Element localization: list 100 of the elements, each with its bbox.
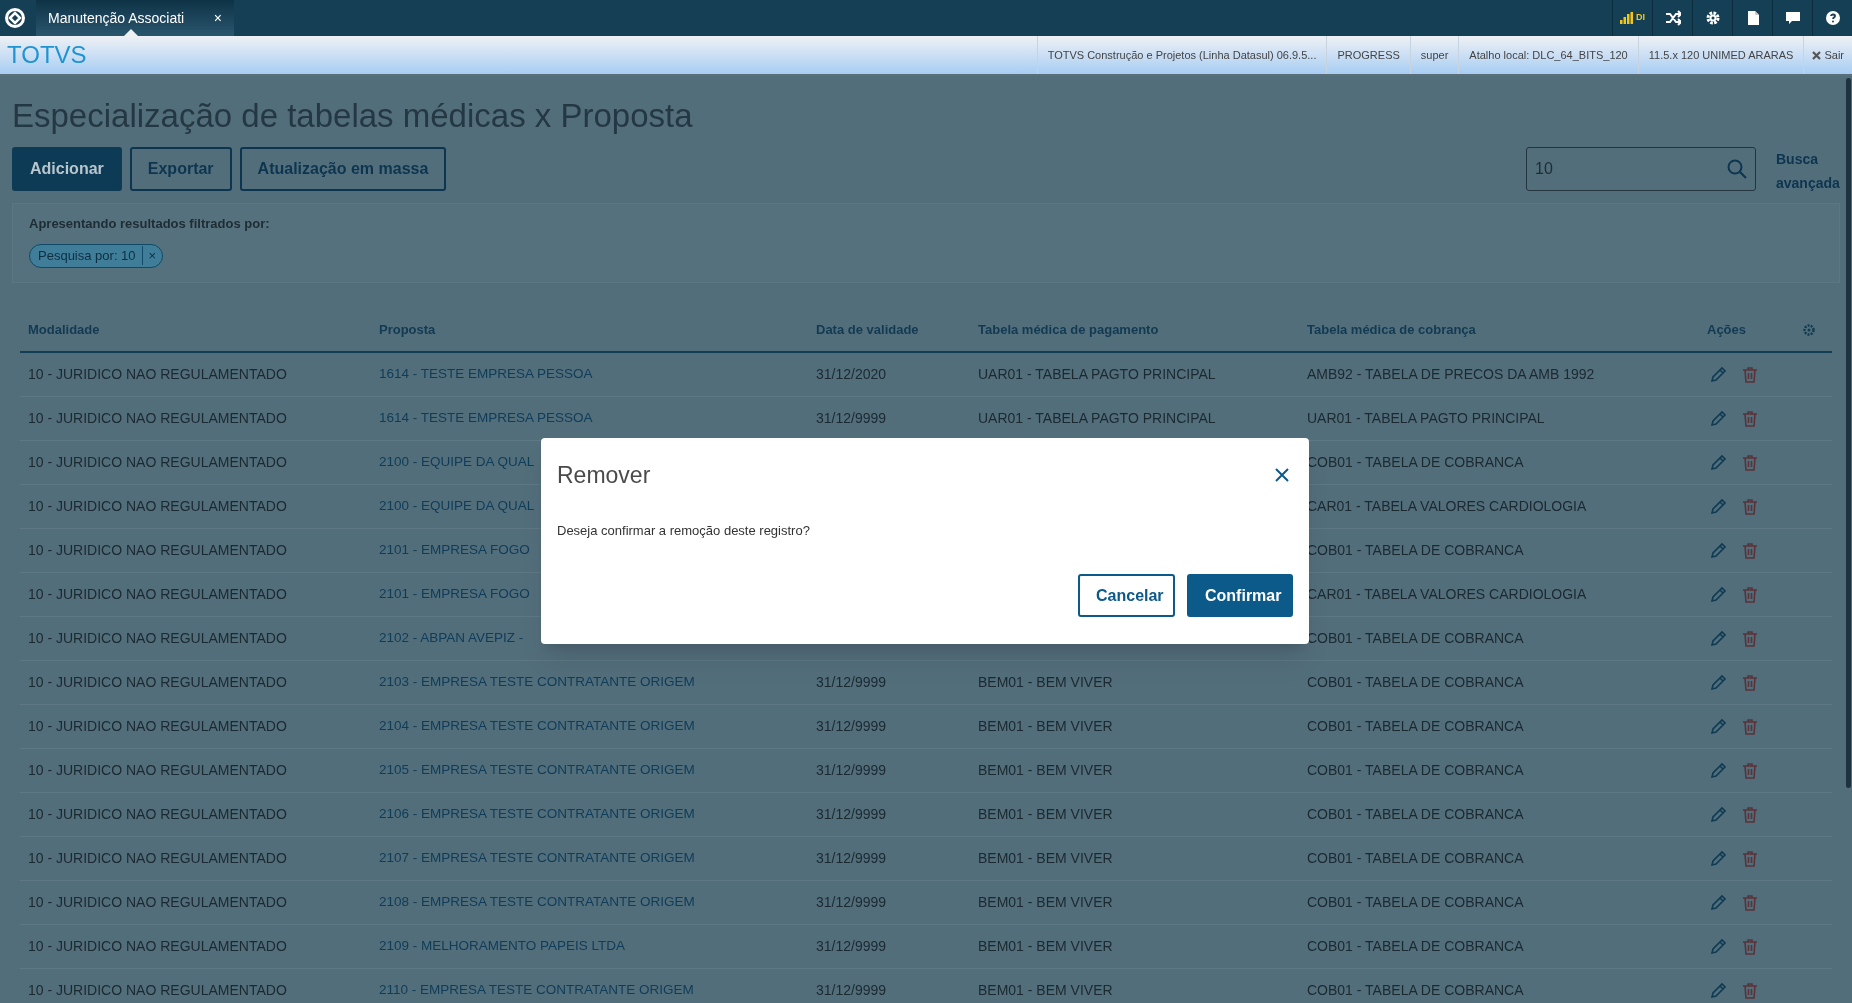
delete-icon[interactable] <box>1741 805 1759 824</box>
edit-icon[interactable] <box>1709 805 1727 824</box>
edit-icon[interactable] <box>1709 585 1727 604</box>
table-cell-text: 31/12/9999 <box>816 805 887 824</box>
edit-icon[interactable] <box>1709 541 1727 560</box>
delete-icon[interactable] <box>1741 673 1759 692</box>
table-cell-text: UAR01 - TABELA PAGTO PRINCIPAL <box>978 409 1216 428</box>
help-icon[interactable] <box>1824 10 1841 26</box>
delete-icon[interactable] <box>1741 453 1759 472</box>
proposal-link[interactable]: 2100 - EQUIPE DA QUAL <box>379 496 535 517</box>
proposal-link[interactable]: 2110 - EMPRESA TESTE CONTRATANTE ORIGEM <box>379 980 694 1001</box>
advanced-search-link[interactable]: Busca avançada <box>1776 147 1840 195</box>
edit-icon[interactable] <box>1709 497 1727 516</box>
search-icon <box>1727 159 1747 179</box>
brand-logo: TOTVS <box>6 40 88 70</box>
edit-icon[interactable] <box>1709 893 1727 912</box>
shuffle-icon[interactable] <box>1664 10 1681 26</box>
proposal-link[interactable]: 2107 - EMPRESA TESTE CONTRATANTE ORIGEM <box>379 848 695 869</box>
tab-close-button[interactable]: × <box>213 7 222 29</box>
table-cell-text: 31/12/9999 <box>816 981 887 1000</box>
table-cell-text: 31/12/9999 <box>816 893 887 912</box>
table-cell-text: 10 - JURIDICO NAO REGULAMENTADO <box>28 629 287 648</box>
delete-icon[interactable] <box>1741 761 1759 780</box>
proposal-link[interactable]: 2102 - ABPAN AVEPIZ - <box>379 628 524 649</box>
header-info: PROGRESS <box>1326 36 1410 74</box>
table-cell-text: BEM01 - BEM VIVER <box>978 937 1113 956</box>
table-cell-text: 31/12/9999 <box>816 937 887 956</box>
table-cell-text: 10 - JURIDICO NAO REGULAMENTADO <box>28 453 287 472</box>
dialog-message: Deseja confirmar a remoção deste registro? <box>556 521 811 540</box>
close-icon <box>1812 50 1822 60</box>
filter-label: Apresentando resultados filtrados por: <box>29 215 271 233</box>
signal-label: DI <box>1636 11 1645 25</box>
proposal-link[interactable]: 1614 - TESTE EMPRESA PESSOA <box>379 364 593 385</box>
delete-icon[interactable] <box>1741 629 1759 648</box>
proposal-link[interactable]: 2105 - EMPRESA TESTE CONTRATANTE ORIGEM <box>379 760 695 781</box>
delete-icon[interactable] <box>1741 365 1759 384</box>
search-field[interactable]: 10 <box>1526 147 1756 191</box>
column-header: Data de validade <box>816 321 920 340</box>
table-cell-text: 10 - JURIDICO NAO REGULAMENTADO <box>28 409 287 428</box>
delete-icon[interactable] <box>1741 893 1759 912</box>
search-input[interactable]: 10 <box>1535 157 1727 181</box>
close-icon[interactable] <box>1275 468 1289 483</box>
proposal-link[interactable]: 2101 - EMPRESA FOGO <box>379 584 530 605</box>
delete-icon[interactable] <box>1741 981 1759 1000</box>
table-cell-text: CAR01 - TABELA VALORES CARDIOLOGIA <box>1307 585 1587 604</box>
logo-icon <box>5 8 25 28</box>
edit-icon[interactable] <box>1709 365 1727 384</box>
table-cell-text: 31/12/9999 <box>816 409 887 428</box>
proposal-link[interactable]: 2100 - EQUIPE DA QUAL <box>379 452 535 473</box>
chat-icon[interactable] <box>1784 10 1801 26</box>
table-cell-text: 10 - JURIDICO NAO REGULAMENTADO <box>28 717 287 736</box>
table-cell-text: 10 - JURIDICO NAO REGULAMENTADO <box>28 761 287 780</box>
tab[interactable]: Manutenção Associati × <box>36 0 234 36</box>
proposal-link[interactable]: 2103 - EMPRESA TESTE CONTRATANTE ORIGEM <box>379 672 695 693</box>
table-cell-text: AMB92 - TABELA DE PRECOS DA AMB 1992 <box>1307 365 1595 384</box>
delete-icon[interactable] <box>1741 497 1759 516</box>
table-cell-text: 10 - JURIDICO NAO REGULAMENTADO <box>28 673 287 692</box>
edit-icon[interactable] <box>1709 629 1727 648</box>
delete-icon[interactable] <box>1741 717 1759 736</box>
proposal-link[interactable]: 2108 - EMPRESA TESTE CONTRATANTE ORIGEM <box>379 892 695 913</box>
delete-icon[interactable] <box>1741 849 1759 868</box>
proposal-link[interactable]: 2104 - EMPRESA TESTE CONTRATANTE ORIGEM <box>379 716 695 737</box>
table-cell-text: UAR01 - TABELA PAGTO PRINCIPAL <box>978 365 1216 384</box>
delete-icon[interactable] <box>1741 541 1759 560</box>
table-cell-text: COB01 - TABELA DE COBRANCA <box>1307 717 1524 736</box>
settings-icon[interactable] <box>1704 10 1721 26</box>
proposal-link[interactable]: 1614 - TESTE EMPRESA PESSOA <box>379 408 593 429</box>
edit-icon[interactable] <box>1709 981 1727 1000</box>
dialog-title: Remover <box>557 461 651 490</box>
chip-remove-button[interactable]: × <box>141 245 163 266</box>
edit-icon[interactable] <box>1709 453 1727 472</box>
table-cell-text: BEM01 - BEM VIVER <box>978 893 1113 912</box>
delete-icon[interactable] <box>1741 937 1759 956</box>
table-cell-text: 31/12/9999 <box>816 673 887 692</box>
table-cell-text: COB01 - TABELA DE COBRANCA <box>1307 981 1524 1000</box>
logout-link[interactable]: Sair <box>1803 36 1852 74</box>
column-header: Ações <box>1707 321 1747 340</box>
delete-icon[interactable] <box>1741 409 1759 428</box>
delete-icon[interactable] <box>1741 585 1759 604</box>
action-button[interactable]: Exportar <box>129 147 232 191</box>
proposal-link[interactable]: 2101 - EMPRESA FOGO <box>379 540 530 561</box>
table-cell-text: UAR01 - TABELA PAGTO PRINCIPAL <box>1307 409 1545 428</box>
table-cell-text: COB01 - TABELA DE COBRANCA <box>1307 937 1524 956</box>
dialog-button[interactable]: Cancelar <box>1078 574 1175 617</box>
edit-icon[interactable] <box>1709 717 1727 736</box>
column-header: Tabela médica de cobrança <box>1307 321 1477 340</box>
edit-icon[interactable] <box>1709 673 1727 692</box>
table-cell-text: BEM01 - BEM VIVER <box>978 717 1113 736</box>
proposal-link[interactable]: 2109 - MELHORAMENTO PAPEIS LTDA <box>379 936 626 957</box>
action-button[interactable]: Adicionar <box>12 147 122 191</box>
edit-icon[interactable] <box>1709 761 1727 780</box>
action-button[interactable]: Atualização em massa <box>239 147 447 191</box>
edit-icon[interactable] <box>1709 937 1727 956</box>
edit-icon[interactable] <box>1709 409 1727 428</box>
header-info: super <box>1409 36 1459 74</box>
edit-icon[interactable] <box>1709 849 1727 868</box>
proposal-link[interactable]: 2106 - EMPRESA TESTE CONTRATANTE ORIGEM <box>379 804 695 825</box>
table-cell-text: 31/12/9999 <box>816 761 887 780</box>
dialog-button[interactable]: Confirmar <box>1187 574 1293 617</box>
table-cell-text: 10 - JURIDICO NAO REGULAMENTADO <box>28 849 287 868</box>
